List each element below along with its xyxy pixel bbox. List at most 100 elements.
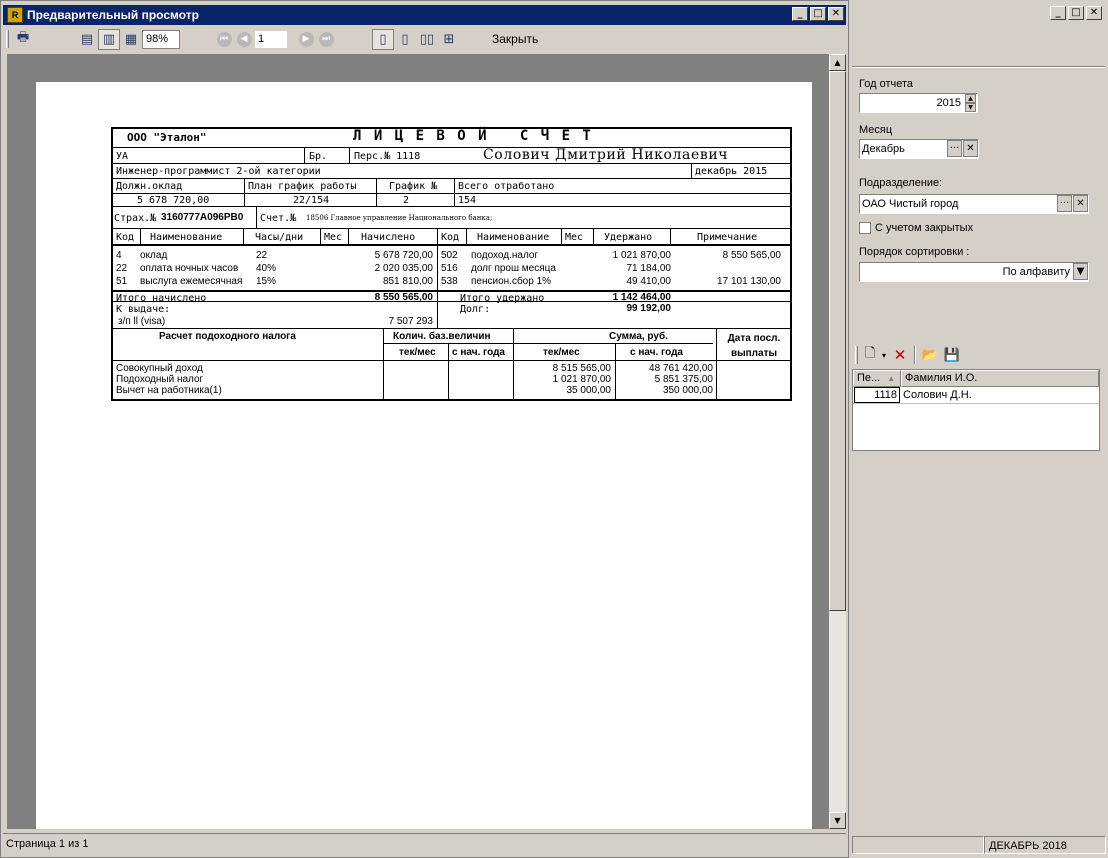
year-spin-up[interactable]: ▲ [965, 94, 976, 103]
accrual-amount: 2 020 035,00 [374, 263, 433, 274]
status-period: ДЕКАБРЬ 2018 [984, 836, 1106, 854]
toolbar-separator [54, 30, 56, 48]
report-line [113, 360, 790, 361]
page-width-button[interactable]: ▥ [98, 28, 120, 50]
minimize-button[interactable]: _ [792, 7, 808, 21]
toolbar-grip[interactable] [6, 30, 9, 48]
total-accrued-value: 8 550 565,00 [374, 292, 433, 303]
preview-vertical-scrollbar[interactable]: ▲ ▼ [829, 54, 846, 829]
zoom-page-icon: ▦ [124, 31, 138, 47]
close-preview-button[interactable]: Закрыть [484, 29, 547, 49]
deduction-code: 502 [441, 250, 458, 261]
accrual-amount: 851 810,00 [382, 276, 433, 287]
month-clear-button[interactable]: ✕ [963, 140, 978, 157]
report-line [113, 163, 790, 164]
salary-header: Должн.оклад [116, 181, 183, 192]
graph-header: График № [389, 181, 438, 192]
personal-account-report: ООО "Эталон" Л И Ц Е В О Й С Ч Е Т УА Бр… [111, 127, 792, 401]
grid-header-name[interactable]: Фамилия И.О. [901, 370, 1099, 387]
toolbar-separator [68, 30, 70, 48]
two-pages-button[interactable]: ▯ [394, 29, 416, 50]
plan-header: План график работы [248, 181, 357, 192]
deduction-name: долг прош месяца [471, 263, 556, 274]
single-page-button[interactable]: ▯ [372, 28, 394, 50]
year-input[interactable]: 2015 [859, 93, 978, 113]
payout-value: 7 507 293 [388, 316, 434, 327]
new-record-dropdown[interactable]: ▾ [879, 345, 889, 366]
panel-maximize-button[interactable]: □ [1068, 6, 1084, 20]
report-line [113, 228, 790, 229]
report-line [256, 207, 257, 228]
printer-icon: 🖶 [16, 30, 30, 45]
prev-page-icon: ◀ [236, 31, 252, 47]
year-spin-down[interactable]: ▼ [965, 103, 976, 112]
report-line [113, 206, 790, 207]
preview-area[interactable]: ООО "Эталон" Л И Ц Е В О Й С Ч Е Т УА Бр… [7, 54, 829, 829]
accrual-hours: 22 [256, 250, 268, 261]
report-line [348, 228, 349, 244]
title-bar[interactable]: R Предварительный просмотр _ □ ✕ [3, 5, 846, 25]
employee-grid[interactable]: Пе... ▲ Фамилия И.О. 1118 Солович Д.Н. [852, 369, 1100, 451]
sum-rub-header: Сумма, руб. [609, 331, 668, 342]
new-record-button[interactable]: 🗋 [861, 345, 879, 366]
include-closed-checkbox[interactable] [859, 222, 871, 234]
scroll-thumb[interactable] [829, 71, 846, 611]
dept-clear-button[interactable]: ✕ [1073, 195, 1088, 212]
open-button[interactable]: 📂 [919, 345, 941, 366]
desktop: R Предварительный просмотр _ □ ✕ 🖶 ▤ ▥ ▦… [0, 0, 1108, 858]
scroll-up-button[interactable]: ▲ [829, 54, 846, 71]
whole-page-button[interactable]: ▤ [76, 29, 98, 50]
report-line [349, 148, 350, 163]
grid-toolbar-grip[interactable] [855, 346, 858, 364]
window-title: Предварительный просмотр [27, 8, 199, 22]
col-code2: Код [441, 232, 460, 243]
deduction-note: 17 101 130,00 [717, 276, 781, 287]
from-start-sum-header: с нач. года [630, 347, 683, 358]
last-page-button[interactable]: ⏭ [316, 29, 336, 49]
scroll-down-button[interactable]: ▼ [829, 812, 846, 829]
report-line [113, 328, 790, 329]
delete-record-button[interactable]: ✕ [889, 345, 911, 366]
zoom-input[interactable] [142, 29, 180, 49]
report-line [113, 193, 790, 194]
report-org: ООО "Эталон" [127, 131, 207, 144]
panel-close-button[interactable]: ✕ [1086, 6, 1102, 20]
first-page-button[interactable]: ⏮ [214, 29, 234, 49]
sort-select[interactable]: По алфавиту [859, 262, 1089, 282]
dept-input[interactable]: ОАО Чистый город [859, 194, 1089, 214]
sort-dropdown-button[interactable]: ▼ [1073, 263, 1088, 280]
next-page-button[interactable]: ▶ [296, 29, 316, 49]
grid-pages-button[interactable]: ⊞ [438, 29, 460, 50]
filter-panel: _ □ ✕ Год отчета 2015 ▲ ▼ Месяц Декабрь … [849, 0, 1108, 858]
panel-status-bar: ДЕКАБРЬ 2018 [852, 836, 1106, 854]
insurance-label: Страх.№ [114, 213, 157, 224]
page-number-input[interactable] [254, 29, 288, 49]
accrual-code: 51 [116, 276, 128, 287]
grid-toolbar: 🗋 ▾ ✕ 📂 💾 [852, 344, 963, 366]
from-start-header: с нач. года [452, 347, 505, 358]
maximize-button[interactable]: □ [810, 7, 826, 21]
print-button[interactable]: 🖶 [12, 29, 34, 50]
delete-icon: ✕ [893, 346, 907, 364]
br-label: Бр. [309, 151, 328, 162]
pers-number: Перс.№ 1118 [354, 151, 421, 162]
status-section [852, 836, 984, 854]
zoom-100-button[interactable]: ▦ [120, 29, 142, 50]
col-name: Наименование [150, 232, 223, 243]
page-info: Страница 1 из 1 [6, 837, 89, 850]
panel-minimize-button[interactable]: _ [1050, 6, 1066, 20]
dept-select-button[interactable]: ··· [1057, 195, 1072, 212]
save-button[interactable]: 💾 [941, 345, 963, 366]
grid-header-number[interactable]: Пе... ▲ [853, 370, 901, 387]
col-month: Мес [324, 232, 343, 243]
month-select-button[interactable]: ··· [947, 140, 962, 157]
prev-page-button[interactable]: ◀ [234, 29, 254, 49]
payout-label: К выдаче: [116, 304, 171, 315]
accrual-hours: 40% [256, 263, 277, 274]
preview-window: R Предварительный просмотр _ □ ✕ 🖶 ▤ ▥ ▦… [0, 0, 849, 858]
two-pages-icon: ▯ [401, 31, 409, 47]
multi-pages-button[interactable]: ▯▯ [416, 29, 438, 50]
close-window-button[interactable]: ✕ [828, 7, 844, 21]
plan-value: 22/154 [293, 195, 330, 206]
table-row[interactable]: 1118 Солович Д.Н. [853, 387, 1099, 404]
